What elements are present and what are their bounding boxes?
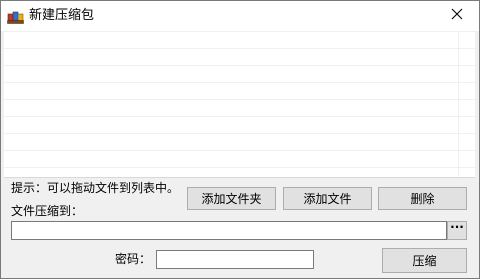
close-button[interactable]: [437, 1, 477, 29]
list-gridline: [4, 116, 475, 117]
browse-button[interactable]: ···: [447, 221, 467, 240]
compress-to-path-input[interactable]: [11, 221, 447, 240]
file-list[interactable]: [4, 32, 475, 178]
archive-icon: [7, 8, 25, 24]
list-gridline: [4, 82, 475, 83]
close-icon: [451, 8, 463, 23]
list-gridline: [4, 99, 475, 100]
list-column-divider: [458, 32, 459, 177]
list-gridline: [4, 65, 475, 66]
add-folder-button[interactable]: 添加文件夹: [187, 187, 276, 210]
delete-button[interactable]: 删除: [378, 187, 467, 210]
compress-to-label: 文件压缩到：: [11, 204, 84, 218]
compress-button[interactable]: 压缩: [382, 248, 467, 273]
new-archive-window: 新建压缩包 提示：可以拖动文件到列表中。 添加文件夹 添加文件 删除 文件压缩到…: [0, 0, 480, 279]
password-label: 密码：: [115, 252, 152, 266]
drag-hint: 提示：可以拖动文件到列表中。: [11, 181, 180, 195]
list-gridline: [4, 48, 475, 49]
title-bar[interactable]: 新建压缩包: [1, 1, 479, 31]
list-gridline: [4, 133, 475, 134]
add-file-button[interactable]: 添加文件: [283, 187, 372, 210]
window-title: 新建压缩包: [29, 8, 95, 23]
list-gridline: [4, 167, 475, 168]
list-gridline: [4, 150, 475, 151]
password-field[interactable]: [156, 250, 314, 269]
